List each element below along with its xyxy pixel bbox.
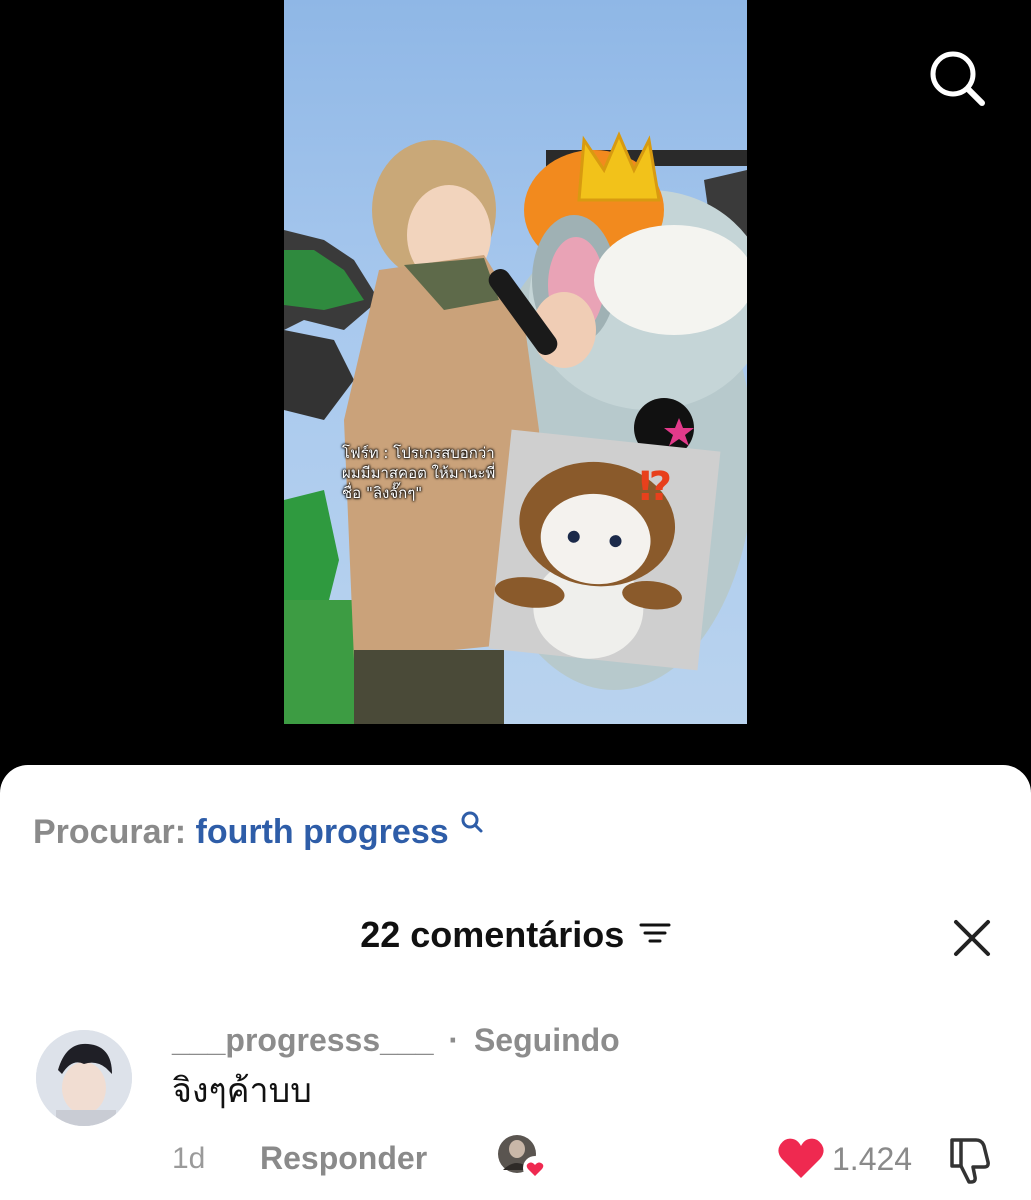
search-button[interactable] bbox=[925, 46, 989, 110]
video-caption: โฟร์ท : โปรเกรสบอกว่า ผมมีมาสคอต ให้มานะ… bbox=[342, 443, 562, 503]
separator-dot: · bbox=[448, 1022, 460, 1058]
comment-username[interactable]: ___progresss___ bbox=[172, 1022, 434, 1058]
thumbs-down-icon bbox=[950, 1138, 990, 1184]
heart-icon bbox=[778, 1138, 824, 1178]
avatar[interactable] bbox=[36, 1030, 132, 1126]
comment-text: จิงๆค้าบบ bbox=[172, 1071, 312, 1111]
dislike-button[interactable] bbox=[944, 1134, 996, 1186]
filter-icon[interactable] bbox=[639, 920, 671, 951]
caption-line: โฟร์ท : โปรเกรสบอกว่า bbox=[342, 444, 495, 462]
interrobang-mark: ⁉ bbox=[639, 464, 672, 510]
video-scene: ⁉ bbox=[284, 131, 747, 724]
search-suggestion[interactable]: Procurar: fourth progress bbox=[33, 811, 484, 852]
creator-liked-badge bbox=[497, 1134, 549, 1182]
comment-author-row: ___progresss___ · Seguindo bbox=[172, 1020, 620, 1060]
search-prefix: Procurar: bbox=[33, 813, 187, 851]
caption-line: ผมมีมาสคอต ให้มานะพี่ bbox=[342, 464, 496, 482]
search-query-link[interactable]: fourth progress bbox=[196, 813, 449, 851]
close-button[interactable] bbox=[950, 916, 994, 960]
search-icon bbox=[930, 51, 985, 106]
close-icon bbox=[954, 920, 990, 956]
comments-count-title: 22 comentários bbox=[360, 914, 625, 955]
comment-time: 1d bbox=[172, 1142, 206, 1175]
like-button[interactable] bbox=[776, 1136, 826, 1180]
video-frame[interactable]: ⁉ bbox=[284, 0, 747, 724]
following-label: Seguindo bbox=[473, 1022, 620, 1058]
reply-button[interactable]: Responder bbox=[260, 1137, 427, 1179]
video-player[interactable]: ⁉ โฟร์ท : โปรเกรสบอกว่า ผมมีมาสคอต ให้มา… bbox=[0, 0, 1031, 790]
caption-line: ชื่อ "ลิงจั๊กๆ" bbox=[342, 484, 423, 502]
comments-header: 22 comentários bbox=[0, 912, 1031, 958]
search-icon bbox=[461, 811, 483, 833]
creator-liked-heart-icon bbox=[498, 1135, 547, 1180]
like-count: 1.424 bbox=[832, 1141, 913, 1177]
